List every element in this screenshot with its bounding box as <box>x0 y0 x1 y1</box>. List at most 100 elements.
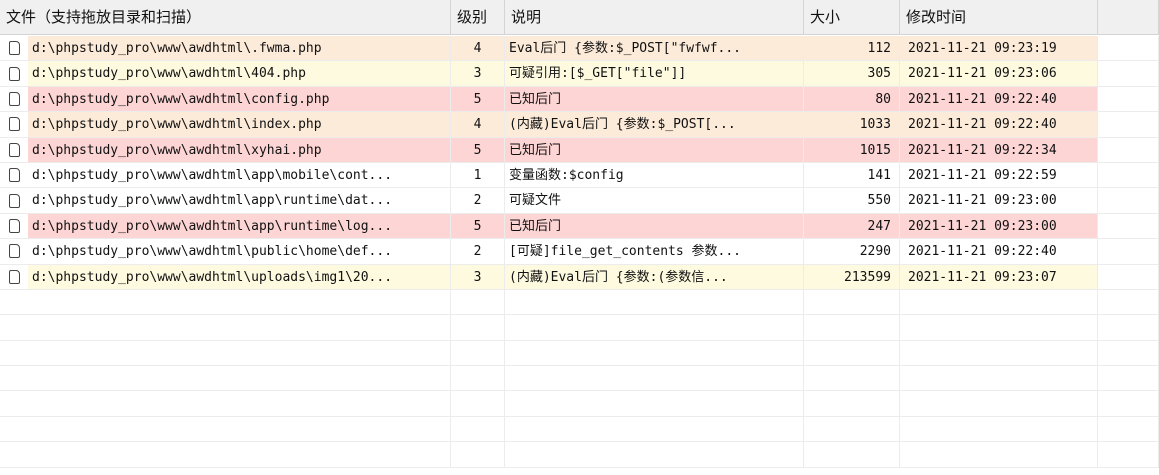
file-path: d:\phpstudy_pro\www\awdhtml\xyhai.php <box>28 137 450 162</box>
filler-cell <box>1098 340 1159 366</box>
description-cell: 变量函数:$config <box>505 162 804 188</box>
filler-cell <box>1098 264 1159 289</box>
table-row[interactable]: d:\phpstudy_pro\www\awdhtml\404.php 3 可疑引用… <box>0 61 1159 87</box>
filler-cell <box>1098 289 1159 315</box>
size-cell <box>804 289 900 315</box>
filler-cell <box>1098 162 1159 188</box>
file-path: d:\phpstudy_pro\www\awdhtml\config.php <box>28 86 450 112</box>
file-path: d:\phpstudy_pro\www\awdhtml\public\home\… <box>28 239 450 264</box>
file-cell <box>0 340 451 366</box>
modified-time-cell <box>900 340 1098 366</box>
file-cell <box>0 442 451 467</box>
table-row[interactable]: d:\phpstudy_pro\www\awdhtml\xyhai.php 5 已知… <box>0 137 1159 163</box>
size-cell <box>804 416 900 442</box>
empty-row <box>0 416 1159 443</box>
file-cell <box>0 391 451 416</box>
column-header-modified-time[interactable]: 修改时间 <box>900 0 1098 34</box>
level-cell: 3 <box>451 264 505 289</box>
modified-time-cell: 2021-11-21 09:22:40 <box>900 239 1098 264</box>
table-row[interactable]: d:\phpstudy_pro\www\awdhtml\uploads\img1… <box>0 264 1159 290</box>
file-cell: d:\phpstudy_pro\www\awdhtml\public\home\… <box>0 239 451 264</box>
table-row[interactable]: d:\phpstudy_pro\www\awdhtml\.fwma.php 4 Ev… <box>0 36 1159 62</box>
file-icon <box>0 239 28 264</box>
file-icon <box>0 213 28 239</box>
size-cell: 1033 <box>804 112 900 137</box>
level-cell <box>451 289 505 315</box>
description-cell: 已知后门 <box>505 86 804 112</box>
description-cell: (内藏)Eval后门 {参数:$_POST[... <box>505 112 804 137</box>
size-cell: 550 <box>804 188 900 213</box>
modified-time-cell: 2021-11-21 09:23:06 <box>900 61 1098 86</box>
size-cell <box>804 366 900 391</box>
file-cell <box>0 366 451 391</box>
description-cell: 可疑文件 <box>505 188 804 213</box>
level-cell: 5 <box>451 137 505 162</box>
description-cell: 已知后门 <box>505 137 804 162</box>
file-path: d:\phpstudy_pro\www\awdhtml\uploads\img1… <box>28 264 450 289</box>
level-cell <box>451 315 505 340</box>
file-path <box>0 366 450 391</box>
modified-time-cell <box>900 366 1098 391</box>
description-cell <box>505 416 804 442</box>
table-row[interactable]: d:\phpstudy_pro\www\awdhtml\index.php 4 (内… <box>0 112 1159 138</box>
modified-time-cell <box>900 289 1098 315</box>
modified-time-cell <box>900 416 1098 442</box>
level-cell: 5 <box>451 86 505 112</box>
file-path <box>0 391 450 416</box>
description-cell: (内藏)Eval后门 {参数:(参数信... <box>505 264 804 289</box>
file-cell: d:\phpstudy_pro\www\awdhtml\config.php <box>0 86 451 112</box>
description-cell <box>505 442 804 467</box>
modified-time-cell: 2021-11-21 09:22:40 <box>900 86 1098 112</box>
file-path: d:\phpstudy_pro\www\awdhtml\app\mobile\c… <box>28 162 450 188</box>
table-row[interactable]: d:\phpstudy_pro\www\awdhtml\public\home\… <box>0 239 1159 265</box>
description-cell: 可疑引用:[$_GET["file"]] <box>505 61 804 86</box>
file-cell <box>0 416 451 442</box>
file-cell <box>0 315 451 340</box>
file-cell: d:\phpstudy_pro\www\awdhtml\index.php <box>0 112 451 137</box>
file-icon <box>0 61 28 86</box>
table-row[interactable]: d:\phpstudy_pro\www\awdhtml\config.php 5 已… <box>0 86 1159 113</box>
modified-time-cell: 2021-11-21 09:23:00 <box>900 188 1098 213</box>
file-path <box>0 289 450 315</box>
empty-row <box>0 391 1159 417</box>
file-icon <box>0 86 28 112</box>
filler-cell <box>1098 137 1159 162</box>
file-path <box>0 416 450 442</box>
level-cell: 2 <box>451 239 505 264</box>
file-cell: d:\phpstudy_pro\www\awdhtml\app\mobile\c… <box>0 162 451 188</box>
modified-time-cell <box>900 391 1098 416</box>
size-cell <box>804 442 900 467</box>
description-cell: 已知后门 <box>505 213 804 239</box>
modified-time-cell: 2021-11-21 09:23:00 <box>900 213 1098 239</box>
level-cell <box>451 442 505 467</box>
file-path <box>0 340 450 366</box>
column-header-description[interactable]: 说明 <box>505 0 804 34</box>
level-cell: 4 <box>451 112 505 137</box>
description-cell <box>505 289 804 315</box>
file-cell: d:\phpstudy_pro\www\awdhtml\app\runtime\… <box>0 213 451 239</box>
level-cell <box>451 391 505 416</box>
file-icon <box>0 36 28 61</box>
table-row[interactable]: d:\phpstudy_pro\www\awdhtml\app\runtime\… <box>0 213 1159 240</box>
filler-cell <box>1098 239 1159 264</box>
empty-row <box>0 315 1159 341</box>
level-cell <box>451 366 505 391</box>
size-cell: 112 <box>804 36 900 61</box>
file-cell: d:\phpstudy_pro\www\awdhtml\xyhai.php <box>0 137 451 162</box>
column-header-filler <box>1098 0 1159 34</box>
size-cell: 80 <box>804 86 900 112</box>
size-cell: 141 <box>804 162 900 188</box>
level-cell <box>451 416 505 442</box>
filler-cell <box>1098 315 1159 340</box>
column-header-size[interactable]: 大小 <box>804 0 900 34</box>
column-header-file[interactable]: 文件（支持拖放目录和扫描） <box>0 0 451 34</box>
modified-time-cell <box>900 315 1098 340</box>
empty-row <box>0 289 1159 316</box>
table-row[interactable]: d:\phpstudy_pro\www\awdhtml\app\runtime\… <box>0 188 1159 214</box>
column-header-level[interactable]: 级别 <box>451 0 505 34</box>
file-icon <box>0 137 28 162</box>
modified-time-cell: 2021-11-21 09:23:07 <box>900 264 1098 289</box>
filler-cell <box>1098 442 1159 467</box>
table-row[interactable]: d:\phpstudy_pro\www\awdhtml\app\mobile\c… <box>0 162 1159 189</box>
modified-time-cell: 2021-11-21 09:22:40 <box>900 112 1098 137</box>
